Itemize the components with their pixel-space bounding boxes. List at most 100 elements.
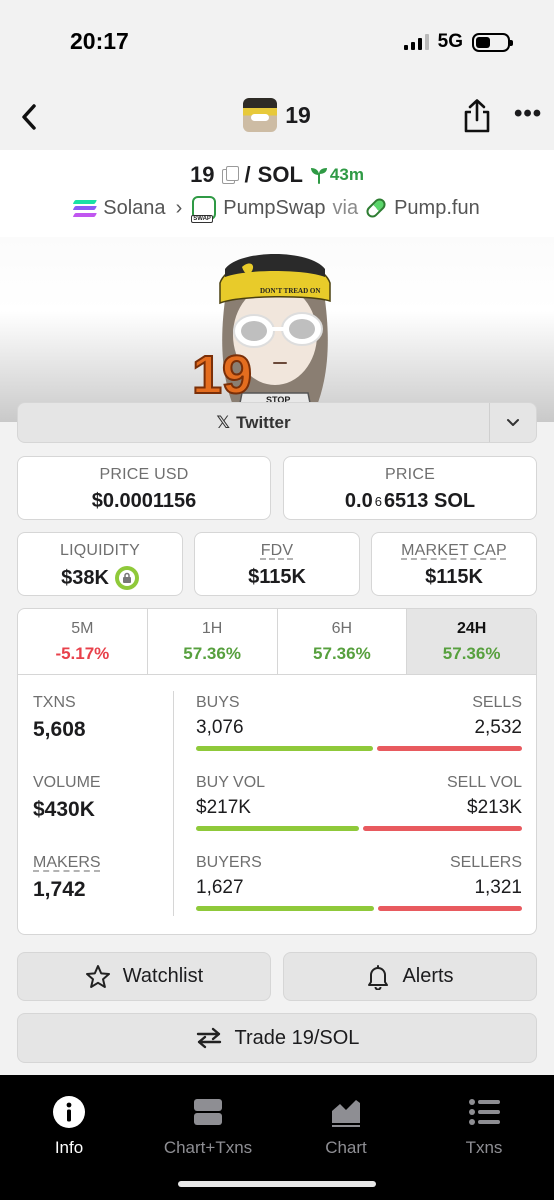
txns-stat: TXNS 5,608 bbox=[33, 694, 173, 742]
stats-divider bbox=[173, 691, 174, 916]
buy-vol-bar bbox=[196, 826, 359, 831]
pill-icon bbox=[364, 195, 389, 221]
price-native-value: 0.0 6 6513 SOL bbox=[284, 490, 536, 513]
volume-value: $430K bbox=[33, 798, 95, 821]
txns-value: 5,608 bbox=[33, 718, 86, 741]
pair-separator: / bbox=[244, 162, 251, 187]
token-banner: STOP BEING DON'T TREAD ON 19 bbox=[0, 237, 554, 422]
stats-panel: 5M -5.17% 1H 57.36% 6H 57.36% 24H 57.36%… bbox=[17, 608, 537, 935]
tab-chart-txns-label: Chart+Txns bbox=[163, 1138, 253, 1157]
buyers-value: 1,627 bbox=[196, 877, 244, 898]
socials-dropdown-button[interactable] bbox=[489, 403, 536, 442]
sellers-value: 1,321 bbox=[474, 877, 522, 898]
status-time: 20:17 bbox=[70, 28, 129, 54]
pair-base: 19 bbox=[190, 162, 215, 187]
trade-button[interactable]: Trade 19/SOL bbox=[17, 1013, 537, 1063]
socials-bar: 𝕏 Twitter bbox=[17, 402, 537, 443]
price-native-label: PRICE bbox=[385, 466, 435, 483]
token-name: 19 bbox=[285, 101, 311, 128]
more-button[interactable]: ••• bbox=[514, 102, 542, 126]
swap-arrows-icon bbox=[196, 1027, 221, 1049]
alerts-button[interactable]: Alerts bbox=[283, 952, 537, 1001]
tab-info-label: Info bbox=[54, 1138, 84, 1157]
share-icon bbox=[464, 99, 490, 133]
sellers-bar bbox=[377, 906, 522, 911]
makers-label[interactable]: MAKERS bbox=[33, 854, 173, 872]
lock-icon[interactable] bbox=[114, 566, 139, 590]
tab-24h-label: 24H bbox=[456, 620, 487, 637]
bell-icon bbox=[368, 964, 389, 990]
sell-vol-bar bbox=[362, 826, 522, 831]
status-bar: 20:17 5G bbox=[0, 0, 554, 88]
star-icon bbox=[85, 964, 110, 988]
pair-age: 43m bbox=[310, 165, 364, 185]
market-cap-text: $115K bbox=[425, 566, 483, 588]
makers-value: 1,742 bbox=[33, 878, 86, 901]
buys-sells-bar bbox=[196, 746, 522, 751]
twitter-button[interactable]: 𝕏 Twitter bbox=[18, 403, 489, 442]
price-native-card: PRICE 0.0 6 6513 SOL bbox=[283, 456, 537, 520]
buyers-label: BUYERS bbox=[196, 854, 262, 871]
svg-text:DON'T TREAD ON: DON'T TREAD ON bbox=[260, 287, 320, 295]
watchlist-button[interactable]: Watchlist bbox=[17, 952, 271, 1001]
tab-1h[interactable]: 1H 57.36% bbox=[148, 609, 278, 674]
tab-chart[interactable]: Chart bbox=[286, 1095, 406, 1158]
price-lead: 0.0 bbox=[344, 490, 373, 512]
pumpswap-icon bbox=[191, 196, 217, 223]
status-indicators: 5G bbox=[403, 31, 513, 53]
tab-1h-label: 1H bbox=[201, 620, 223, 637]
info-icon bbox=[53, 1096, 85, 1128]
price-usd-text: $0.0001156 bbox=[91, 490, 197, 512]
home-indicator[interactable] bbox=[178, 1181, 376, 1187]
share-button[interactable] bbox=[460, 98, 494, 134]
twitter-label: Twitter bbox=[236, 412, 291, 432]
tab-txns[interactable]: Txns bbox=[424, 1095, 544, 1158]
tab-5m[interactable]: 5M -5.17% bbox=[18, 609, 148, 674]
pair-age-value: 43m bbox=[329, 165, 364, 184]
network-type: 5G bbox=[437, 31, 463, 52]
pair-row: 19 / SOL 43m bbox=[0, 162, 554, 188]
tab-6h-label: 6H bbox=[331, 620, 353, 637]
tab-chart-txns[interactable]: Chart+Txns bbox=[148, 1095, 268, 1158]
timeframe-tabs: 5M -5.17% 1H 57.36% 6H 57.36% 24H 57.36% bbox=[18, 609, 536, 675]
pair-quote: SOL bbox=[257, 162, 303, 187]
sells-label: SELLS bbox=[472, 694, 522, 711]
liquidity-label: LIQUIDITY bbox=[59, 542, 141, 559]
svg-text:19: 19 bbox=[192, 345, 252, 405]
tab-5m-change: -5.17% bbox=[55, 644, 110, 663]
x-icon: 𝕏 bbox=[216, 412, 231, 432]
chart-txns-icon bbox=[194, 1099, 222, 1125]
copy-icon[interactable] bbox=[221, 166, 239, 184]
volume-label: VOLUME bbox=[33, 774, 101, 791]
price-usd-label: PRICE USD bbox=[99, 466, 189, 483]
tab-24h[interactable]: 24H 57.36% bbox=[407, 609, 536, 674]
launchpad-link[interactable]: Pump.fun bbox=[394, 197, 480, 220]
buys-bar bbox=[196, 746, 373, 751]
fdv-label[interactable]: FDV bbox=[195, 542, 359, 560]
battery-icon bbox=[472, 32, 513, 52]
volume-bar bbox=[196, 826, 522, 831]
solana-icon bbox=[73, 200, 98, 216]
tab-5m-label: 5M bbox=[71, 620, 94, 637]
liquidity-text: $38K bbox=[61, 566, 109, 589]
buy-vol-label: BUY VOL bbox=[196, 774, 266, 791]
sellers-label: SELLERS bbox=[449, 854, 522, 871]
dex-link[interactable]: PumpSwap bbox=[223, 197, 325, 220]
tab-1h-change: 57.36% bbox=[183, 644, 241, 663]
tab-info[interactable]: Info bbox=[9, 1095, 129, 1158]
trade-label: Trade 19/SOL bbox=[234, 1026, 360, 1049]
price-zero-count: 6 bbox=[374, 494, 382, 509]
chain-link[interactable]: Solana bbox=[103, 197, 165, 220]
buys-label: BUYS bbox=[196, 694, 240, 711]
market-cap-value: $115K bbox=[372, 566, 536, 589]
market-cap-card: MARKET CAP $115K bbox=[371, 532, 537, 596]
market-cap-label[interactable]: MARKET CAP bbox=[372, 542, 536, 560]
chevron-right-icon: › bbox=[175, 196, 183, 219]
buyers-sellers-ratio: BUYERS SELLERS 1,627 1,321 bbox=[196, 854, 522, 911]
watchlist-label: Watchlist bbox=[122, 965, 204, 987]
tab-6h-change: 57.36% bbox=[313, 644, 371, 663]
liquidity-value: $38K bbox=[18, 566, 182, 590]
sells-bar bbox=[376, 746, 522, 751]
tab-6h[interactable]: 6H 57.36% bbox=[278, 609, 408, 674]
volume-ratio: BUY VOL SELL VOL $217K $213K bbox=[196, 774, 522, 831]
